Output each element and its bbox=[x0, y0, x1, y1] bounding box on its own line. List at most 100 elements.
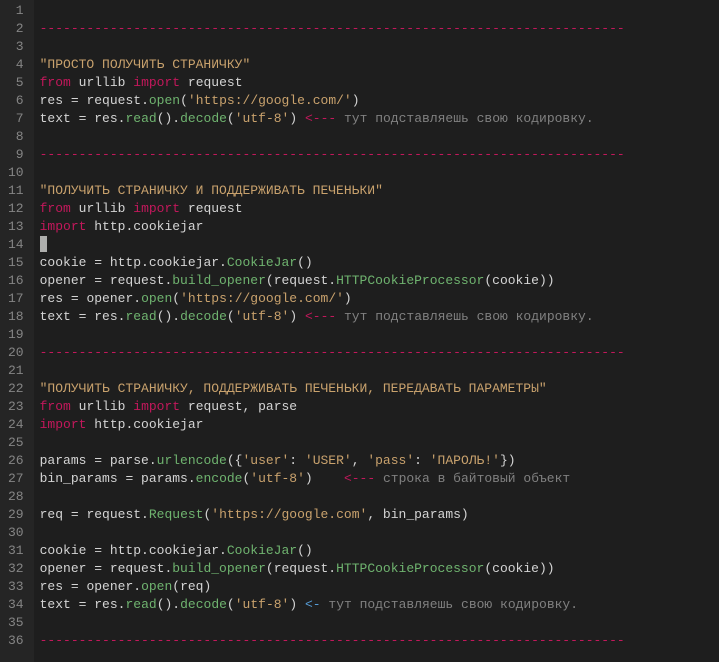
code-line[interactable]: cookie = http.cookiejar.CookieJar() bbox=[40, 254, 719, 272]
code-token bbox=[336, 309, 344, 324]
line-number: 8 bbox=[8, 128, 24, 146]
code-token: request. bbox=[274, 273, 336, 288]
code-line[interactable]: from urllib import request bbox=[40, 74, 719, 92]
code-line[interactable]: ----------------------------------------… bbox=[40, 632, 719, 650]
code-token: opener bbox=[40, 561, 95, 576]
code-line[interactable] bbox=[40, 524, 719, 542]
code-line[interactable]: "ПРОСТО ПОЛУЧИТЬ СТРАНИЧКУ" bbox=[40, 56, 719, 74]
code-line[interactable]: ----------------------------------------… bbox=[40, 344, 719, 362]
code-token: from bbox=[40, 201, 71, 216]
line-number: 7 bbox=[8, 110, 24, 128]
code-token: http.cookiejar bbox=[94, 219, 203, 234]
code-token: тут подставляешь свою кодировку. bbox=[328, 597, 578, 612]
code-token: ) bbox=[305, 471, 313, 486]
line-number: 3 bbox=[8, 38, 24, 56]
code-token: 'utf-8' bbox=[235, 597, 290, 612]
code-line[interactable] bbox=[40, 128, 719, 146]
code-line[interactable]: opener = request.build_opener(request.HT… bbox=[40, 272, 719, 290]
code-token: () bbox=[157, 111, 173, 126]
code-token: 'https://google.com/' bbox=[188, 93, 352, 108]
code-token: read bbox=[125, 111, 156, 126]
line-number: 25 bbox=[8, 434, 24, 452]
line-number: 13 bbox=[8, 218, 24, 236]
code-line[interactable]: ----------------------------------------… bbox=[40, 146, 719, 164]
code-token: open bbox=[141, 579, 172, 594]
code-line[interactable] bbox=[40, 2, 719, 20]
code-token: res bbox=[40, 291, 71, 306]
code-line[interactable]: req = request.Request('https://google.co… bbox=[40, 506, 719, 524]
code-token: <--- bbox=[305, 111, 336, 126]
code-token: import bbox=[40, 417, 87, 432]
code-line[interactable] bbox=[40, 236, 719, 254]
code-token: , bin_params) bbox=[367, 507, 468, 522]
code-token: , bbox=[352, 453, 368, 468]
code-token: ( bbox=[227, 309, 235, 324]
code-line[interactable]: from urllib import request, parse bbox=[40, 398, 719, 416]
code-line[interactable]: from urllib import request bbox=[40, 200, 719, 218]
code-line[interactable]: cookie = http.cookiejar.CookieJar() bbox=[40, 542, 719, 560]
code-line[interactable] bbox=[40, 362, 719, 380]
code-token bbox=[336, 111, 344, 126]
code-token: CookieJar bbox=[227, 255, 297, 270]
code-line[interactable]: import http.cookiejar bbox=[40, 416, 719, 434]
code-token: )) bbox=[539, 561, 555, 576]
code-token: ) bbox=[352, 93, 360, 108]
code-token: build_opener bbox=[172, 561, 266, 576]
line-number: 36 bbox=[8, 632, 24, 650]
code-token: read bbox=[125, 597, 156, 612]
code-token: . bbox=[172, 111, 180, 126]
code-line[interactable]: params = parse.urlencode({'user': 'USER'… bbox=[40, 452, 719, 470]
code-line[interactable] bbox=[40, 434, 719, 452]
line-number: 27 bbox=[8, 470, 24, 488]
code-token bbox=[180, 399, 188, 414]
code-line[interactable] bbox=[40, 164, 719, 182]
code-token: request. bbox=[102, 273, 172, 288]
code-token: строка в байтовый объект bbox=[383, 471, 570, 486]
code-line[interactable] bbox=[40, 614, 719, 632]
line-number: 30 bbox=[8, 524, 24, 542]
code-token: cookie bbox=[40, 255, 95, 270]
code-token bbox=[180, 75, 188, 90]
code-line[interactable]: res = request.open('https://google.com/'… bbox=[40, 92, 719, 110]
code-line[interactable]: res = opener.open('https://google.com/') bbox=[40, 290, 719, 308]
code-token: params. bbox=[133, 471, 195, 486]
code-area[interactable]: ----------------------------------------… bbox=[34, 0, 719, 662]
code-line[interactable]: "ПОЛУЧИТЬ СТРАНИЧКУ И ПОДДЕРЖИВАТЬ ПЕЧЕН… bbox=[40, 182, 719, 200]
code-line[interactable] bbox=[40, 326, 719, 344]
code-token: ) bbox=[344, 291, 352, 306]
code-line[interactable]: opener = request.build_opener(request.HT… bbox=[40, 560, 719, 578]
code-token: text bbox=[40, 597, 79, 612]
code-token: read bbox=[125, 309, 156, 324]
code-token: from bbox=[40, 399, 71, 414]
code-line[interactable] bbox=[40, 488, 719, 506]
code-token: ----------------------------------------… bbox=[40, 147, 625, 162]
code-line[interactable]: text = res.read().decode('utf-8') <--- т… bbox=[40, 110, 719, 128]
code-token: decode bbox=[180, 597, 227, 612]
code-token: <- bbox=[305, 597, 321, 612]
line-number: 10 bbox=[8, 164, 24, 182]
code-token: req bbox=[40, 507, 71, 522]
code-token: <--- bbox=[344, 471, 375, 486]
code-token: ({ bbox=[227, 453, 243, 468]
code-token: http.cookiejar. bbox=[102, 543, 227, 558]
code-token: : bbox=[414, 453, 430, 468]
code-token bbox=[297, 111, 305, 126]
code-line[interactable]: bin_params = params.encode('utf-8') <---… bbox=[40, 470, 719, 488]
code-line[interactable]: import http.cookiejar bbox=[40, 218, 719, 236]
code-token: res bbox=[40, 579, 71, 594]
code-line[interactable] bbox=[40, 38, 719, 56]
line-number: 12 bbox=[8, 200, 24, 218]
code-editor[interactable]: 1234567891011121314151617181920212223242… bbox=[0, 0, 719, 662]
code-line[interactable]: text = res.read().decode('utf-8') <--- т… bbox=[40, 308, 719, 326]
code-line[interactable]: ----------------------------------------… bbox=[40, 20, 719, 38]
line-number: 19 bbox=[8, 326, 24, 344]
code-line[interactable]: text = res.read().decode('utf-8') <- тут… bbox=[40, 596, 719, 614]
line-number: 21 bbox=[8, 362, 24, 380]
code-token: text bbox=[40, 111, 79, 126]
line-number: 11 bbox=[8, 182, 24, 200]
code-line[interactable]: "ПОЛУЧИТЬ СТРАНИЧКУ, ПОДДЕРЖИВАТЬ ПЕЧЕНЬ… bbox=[40, 380, 719, 398]
code-token: open bbox=[141, 291, 172, 306]
code-line[interactable]: res = opener.open(req) bbox=[40, 578, 719, 596]
line-number: 14 bbox=[8, 236, 24, 254]
code-token: (req) bbox=[172, 579, 211, 594]
